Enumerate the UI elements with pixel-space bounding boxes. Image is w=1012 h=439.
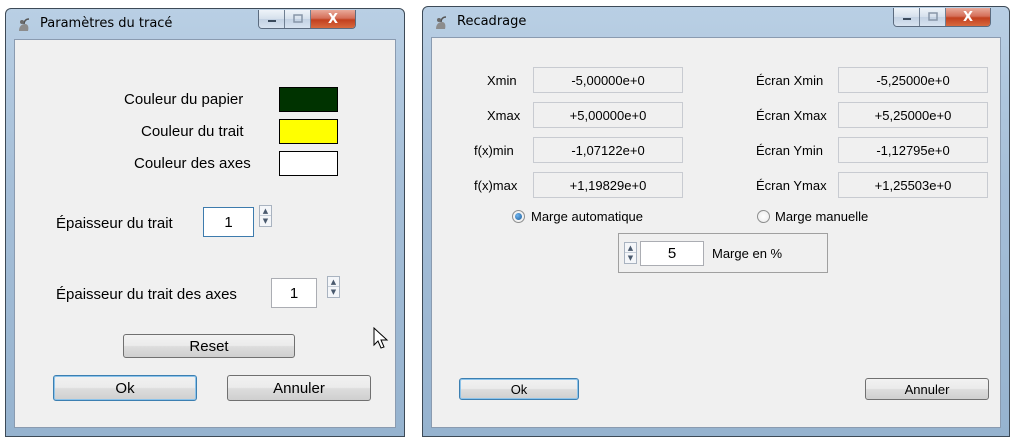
paper-color-label: Couleur du papier: [124, 91, 244, 108]
line-thickness-value: 1: [224, 213, 233, 231]
axes-color-label: Couleur des axes: [134, 155, 251, 172]
title-bar[interactable]: Paramètres du tracé X: [6, 9, 404, 39]
line-thickness-input[interactable]: 1: [203, 207, 254, 237]
stepper-down-icon[interactable]: ▼: [625, 253, 636, 263]
axes-thickness-label: Épaisseur du trait des axes: [56, 286, 237, 303]
screen-xmin-label: Écran Xmin: [756, 73, 824, 88]
line-color-swatch[interactable]: [279, 119, 338, 144]
margin-stepper[interactable]: ▲ ▼: [624, 242, 637, 264]
line-thickness-label: Épaisseur du trait: [56, 215, 173, 232]
stepper-up-icon[interactable]: ▲: [625, 243, 636, 253]
xmin-label: Xmin: [487, 73, 517, 88]
app-icon: [436, 16, 447, 29]
minimize-button[interactable]: [259, 10, 285, 28]
line-color-label: Couleur du trait: [141, 123, 244, 140]
screen-xmax-label: Écran Xmax: [756, 108, 827, 123]
fxmin-value: -1,07122e+0: [533, 137, 683, 163]
cancel-button[interactable]: Annuler: [227, 375, 371, 401]
stepper-down-icon[interactable]: ▼: [260, 216, 271, 226]
window-title: Recadrage: [457, 14, 527, 29]
margin-value: 5: [667, 245, 677, 262]
margin-auto-label[interactable]: Marge automatique: [531, 209, 643, 224]
mouse-cursor-icon: [373, 327, 389, 349]
axes-thickness-value: 1: [289, 284, 299, 302]
screen-xmax-value: +5,25000e+0: [838, 102, 988, 128]
maximize-icon: [292, 14, 303, 23]
close-button[interactable]: X: [311, 10, 355, 28]
maximize-button[interactable]: [920, 8, 946, 26]
close-button[interactable]: X: [946, 8, 990, 26]
margin-unit-label: Marge en %: [712, 246, 783, 261]
stepper-up-icon[interactable]: ▲: [260, 206, 271, 216]
xmax-value: +5,00000e+0: [533, 102, 683, 128]
stepper-down-icon[interactable]: ▼: [328, 287, 339, 297]
trace-settings-window: Paramètres du tracé X Couleur du papier …: [5, 8, 405, 437]
fxmax-label: f(x)max: [474, 178, 518, 193]
xmax-label: Xmax: [487, 108, 521, 123]
line-thickness-stepper[interactable]: ▲ ▼: [259, 205, 272, 227]
stepper-up-icon[interactable]: ▲: [328, 277, 339, 287]
margin-auto-radio[interactable]: [512, 210, 525, 223]
axes-thickness-input[interactable]: 1: [271, 278, 317, 308]
recadrage-window: Recadrage X Xmin -5,00000e+0 Écran Xmin …: [422, 6, 1010, 437]
reset-button[interactable]: Reset: [123, 334, 295, 358]
minimize-button[interactable]: [894, 8, 920, 26]
screen-xmin-value: -5,25000e+0: [838, 67, 988, 93]
margin-manual-label[interactable]: Marge manuelle: [775, 209, 868, 224]
axes-thickness-stepper[interactable]: ▲ ▼: [327, 276, 340, 298]
fxmin-label: f(x)min: [474, 143, 514, 158]
paper-color-swatch[interactable]: [279, 87, 338, 112]
ok-button[interactable]: Ok: [53, 375, 197, 401]
close-icon: X: [962, 9, 974, 25]
fxmax-value: +1,19829e+0: [533, 172, 683, 198]
trace-settings-body: Couleur du papier Couleur du trait Coule…: [14, 39, 396, 428]
ok-button[interactable]: Ok: [459, 378, 579, 400]
maximize-button[interactable]: [285, 10, 311, 28]
recadrage-body: Xmin -5,00000e+0 Écran Xmin -5,25000e+0 …: [431, 37, 1001, 428]
margin-manual-radio[interactable]: [757, 210, 770, 223]
minimize-icon: [902, 18, 911, 20]
axes-color-swatch[interactable]: [279, 151, 338, 176]
screen-ymin-label: Écran Ymin: [756, 143, 823, 158]
screen-ymax-value: +1,25503e+0: [838, 172, 988, 198]
app-icon: [19, 18, 30, 31]
xmin-value: -5,00000e+0: [533, 67, 683, 93]
title-bar[interactable]: Recadrage X: [423, 7, 1009, 37]
cancel-button[interactable]: Annuler: [865, 378, 989, 400]
screen-ymax-label: Écran Ymax: [756, 178, 827, 193]
window-title: Paramètres du tracé: [40, 16, 173, 31]
minimize-icon: [267, 20, 276, 22]
screen-ymin-value: -1,12795e+0: [838, 137, 988, 163]
close-icon: X: [327, 11, 339, 27]
caption-buttons: X: [258, 10, 356, 29]
maximize-icon: [927, 12, 938, 21]
caption-buttons: X: [893, 8, 991, 27]
margin-input[interactable]: 5: [640, 241, 704, 266]
